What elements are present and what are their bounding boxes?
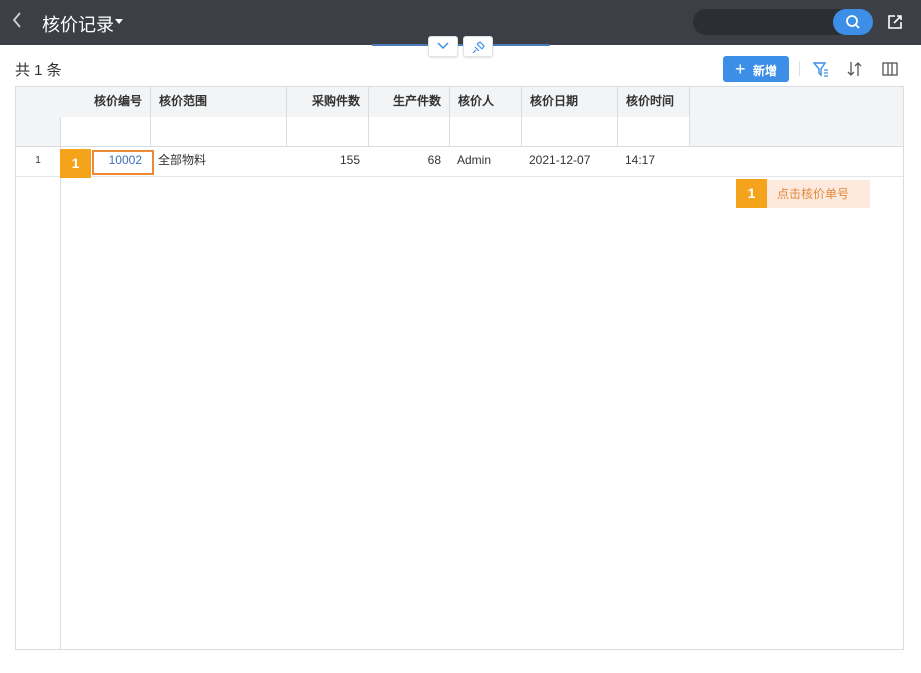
filter-filler — [689, 117, 903, 146]
row-date: 2021-12-07 — [529, 153, 591, 167]
column-header-date[interactable]: 核价日期 — [521, 87, 617, 117]
row-scope: 全部物料 — [158, 153, 207, 167]
row-index: 1 — [35, 155, 41, 166]
column-header-time[interactable]: 核价时间 — [617, 87, 689, 117]
column-header-filler — [689, 87, 903, 117]
pin-button[interactable] — [463, 36, 493, 57]
top-bar: 核价记录 — [0, 0, 921, 45]
filter-input-scope[interactable] — [150, 117, 286, 146]
collapse-toggle-button[interactable] — [428, 36, 458, 57]
back-icon[interactable] — [10, 9, 32, 35]
column-header-production-qty[interactable]: 生产件数 — [368, 87, 449, 117]
filter-input-production-qty[interactable] — [368, 117, 449, 146]
chevron-down-icon — [437, 42, 449, 50]
guide-step-badge: 1 — [60, 149, 91, 178]
row-purchase-qty: 155 — [339, 153, 360, 167]
columns-icon[interactable] — [881, 60, 899, 83]
table-header: 核价编号 核价范围 采购件数 生产件数 核价人 核价日期 核价时间 — [16, 87, 903, 118]
add-button[interactable]: + 新增 — [723, 56, 789, 82]
page-title[interactable]: 核价记录 — [42, 11, 114, 37]
row-appraiser: Admin — [457, 153, 492, 167]
column-header-appraiser[interactable]: 核价人 — [449, 87, 521, 117]
search-input[interactable] — [693, 9, 873, 35]
highlight-target-box — [92, 150, 154, 175]
filter-row-index — [16, 117, 60, 146]
guide-tip-badge: 1 — [736, 179, 767, 208]
filter-row — [16, 117, 903, 147]
column-header-purchase-qty[interactable]: 采购件数 — [286, 87, 368, 117]
search-button[interactable] — [833, 9, 873, 35]
filter-input-purchase-qty[interactable] — [286, 117, 368, 146]
row-production-qty: 68 — [427, 153, 441, 167]
plus-icon: + — [735, 59, 746, 79]
record-count: 共 1 条 — [15, 62, 62, 79]
share-icon[interactable] — [886, 13, 904, 36]
pull-down-indicator — [372, 44, 550, 46]
pin-icon — [472, 41, 485, 53]
sort-icon[interactable] — [846, 60, 864, 83]
row-time: 14:17 — [625, 153, 656, 167]
column-header-code[interactable]: 核价编号 — [60, 87, 150, 117]
guide-tip: 点击核价单号 — [767, 180, 870, 208]
filter-input-time[interactable] — [617, 117, 689, 146]
search-icon — [846, 15, 860, 29]
column-header-scope[interactable]: 核价范围 — [150, 87, 286, 117]
filter-input-code[interactable] — [60, 117, 150, 146]
filter-input-date[interactable] — [521, 117, 617, 146]
filter-input-appraiser[interactable] — [449, 117, 521, 146]
toolbar-divider — [799, 61, 800, 76]
title-dropdown-icon[interactable] — [115, 19, 123, 24]
add-button-label: 新增 — [753, 64, 778, 78]
filter-icon[interactable] — [812, 60, 830, 83]
